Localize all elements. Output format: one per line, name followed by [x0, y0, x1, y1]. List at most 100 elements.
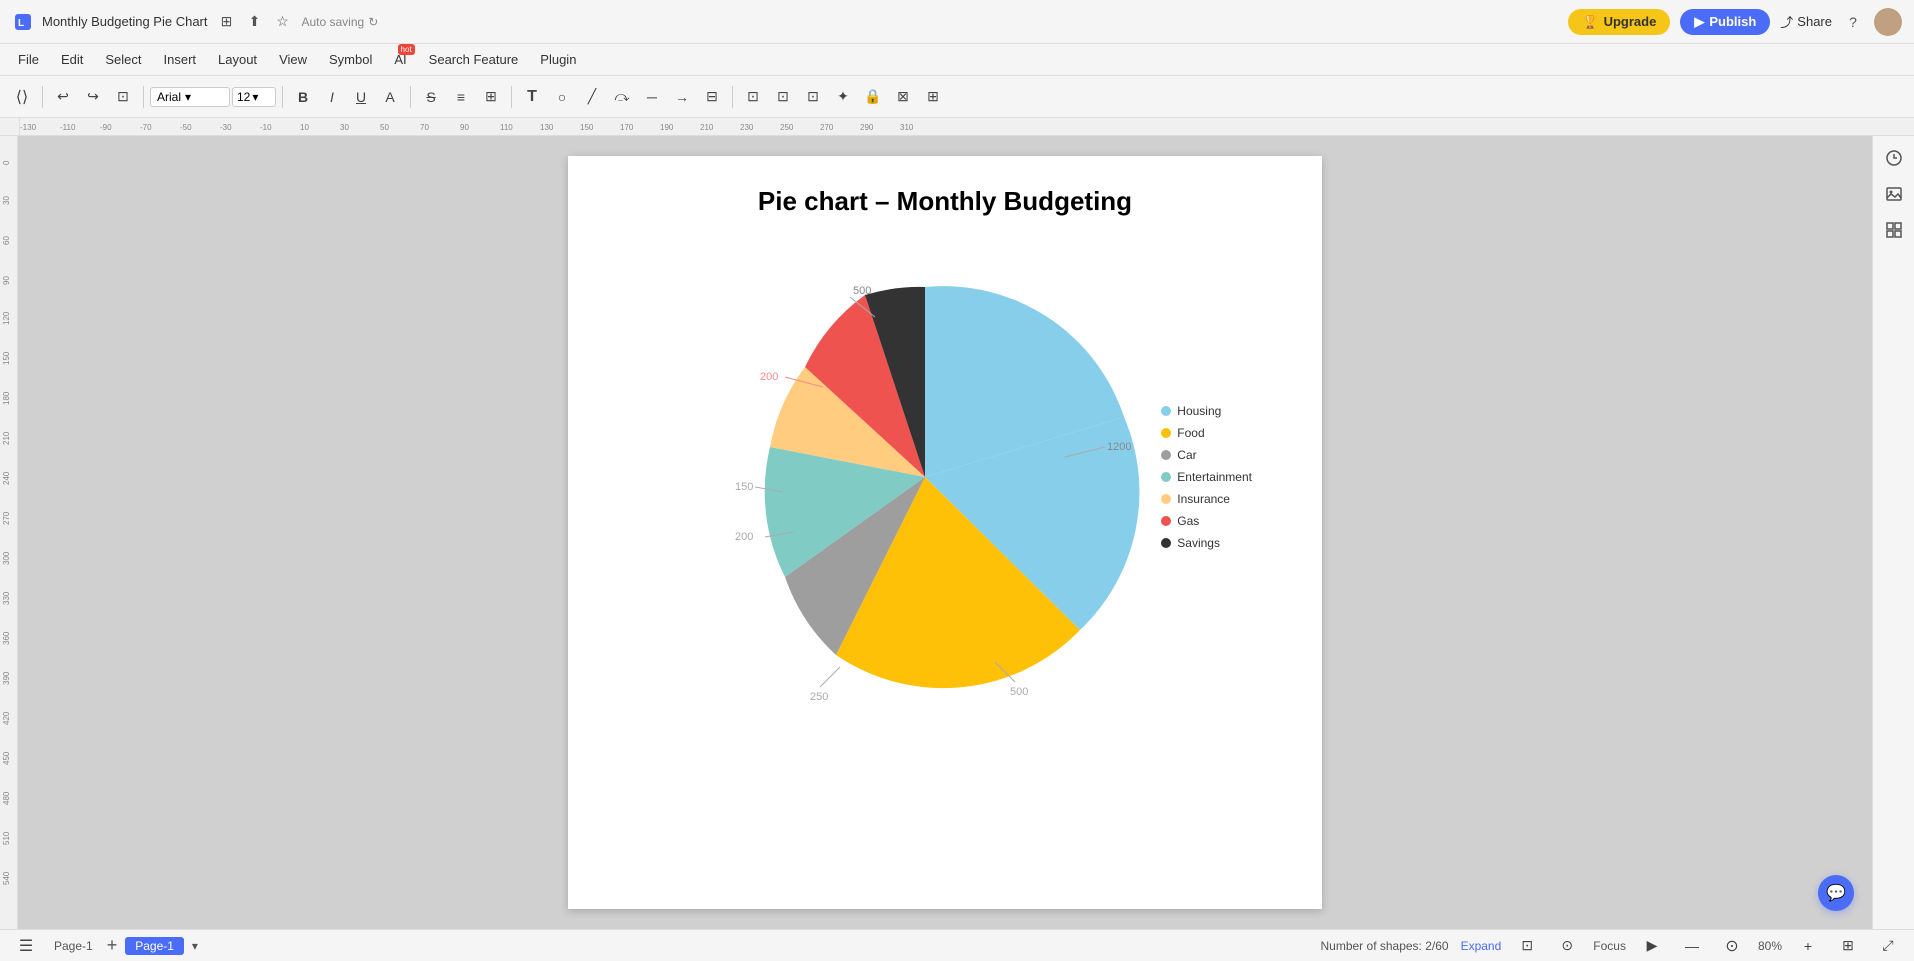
grid-icon[interactable]: ⊞ [215, 11, 237, 33]
zoom-out-button[interactable]: — [1678, 932, 1706, 960]
redo-button[interactable]: ↪ [79, 83, 107, 111]
menu-layout[interactable]: Layout [208, 48, 267, 71]
fab-icon: 💬 [1826, 883, 1846, 903]
svg-text:-50: -50 [180, 123, 192, 132]
menu-symbol[interactable]: Symbol [319, 48, 382, 71]
strikethrough-button[interactable]: S [417, 83, 445, 111]
pie-chart: 500 1200 200 150 200 250 [705, 237, 1185, 717]
arrow-button[interactable]: → [668, 83, 696, 111]
menu-search-feature[interactable]: Search Feature [419, 48, 529, 71]
svg-text:390: 390 [2, 671, 11, 685]
extra1[interactable]: ⊡ [739, 83, 767, 111]
menu-file[interactable]: File [8, 48, 49, 71]
zoom-slider[interactable]: ⊙ [1718, 932, 1746, 960]
statusbar: ☰ Page-1 + Page-1 ▾ Number of shapes: 2/… [0, 929, 1914, 961]
legend-item-savings: Savings [1161, 536, 1252, 550]
current-page-indicator[interactable]: Page-1 [125, 937, 184, 955]
line-style-button[interactable]: ─ [638, 83, 666, 111]
svg-text:10: 10 [300, 123, 309, 132]
help-icon[interactable]: ? [1842, 11, 1864, 33]
focus-label[interactable]: Focus [1593, 939, 1626, 953]
expand-label[interactable]: Expand [1461, 939, 1502, 953]
menu-toggle[interactable]: ☰ [12, 932, 40, 960]
play-icon[interactable]: ▶ [1638, 932, 1666, 960]
extra2[interactable]: ⊡ [769, 83, 797, 111]
fit-screen-button[interactable]: ⊞ [1834, 932, 1862, 960]
menu-edit[interactable]: Edit [51, 48, 93, 71]
app-logo[interactable]: L [12, 11, 34, 33]
focus-icon[interactable]: ⊙ [1553, 932, 1581, 960]
action-button[interactable]: ⊠ [889, 83, 917, 111]
svg-text:270: 270 [2, 511, 11, 525]
svg-text:240: 240 [2, 471, 11, 485]
separator-5 [511, 86, 512, 108]
align-button[interactable]: ≡ [447, 83, 475, 111]
grid-view-icon[interactable] [1880, 216, 1908, 244]
menu-ai[interactable]: AIhot [384, 48, 416, 71]
underline-button[interactable]: U [347, 83, 375, 111]
canvas-area[interactable]: Pie chart – Monthly Budgeting [18, 136, 1872, 929]
data-label-500-bottom: 500 [1010, 686, 1028, 698]
upgrade-button[interactable]: 🏆 Upgrade [1568, 9, 1670, 35]
titlebar: L Monthly Budgeting Pie Chart ⊞ ⬆ ☆ Auto… [0, 0, 1914, 44]
legend-label-housing: Housing [1177, 404, 1221, 418]
bold-button[interactable]: B [289, 83, 317, 111]
separator-1 [42, 86, 43, 108]
shapes-info: Number of shapes: 2/60 [1321, 939, 1449, 953]
undo-button[interactable]: ↩ [49, 83, 77, 111]
svg-text:130: 130 [540, 123, 554, 132]
user-avatar[interactable] [1874, 8, 1902, 36]
extra3[interactable]: ⊡ [799, 83, 827, 111]
statusbar-left: ☰ Page-1 + Page-1 ▾ [12, 932, 198, 960]
image-icon[interactable] [1880, 180, 1908, 208]
table-button[interactable]: ⊞ [919, 83, 947, 111]
publish-button[interactable]: ▶ Publish [1680, 9, 1770, 35]
more-lines-button[interactable]: ⊟ [698, 83, 726, 111]
svg-text:150: 150 [2, 351, 11, 365]
title-left: L Monthly Budgeting Pie Chart ⊞ ⬆ ☆ Auto… [12, 11, 1568, 33]
svg-text:300: 300 [2, 551, 11, 565]
connector-button[interactable]: ⤼ [608, 83, 636, 111]
svg-text:510: 510 [2, 831, 11, 845]
page-mode-icon[interactable]: ⊡ [1513, 932, 1541, 960]
hot-badge: hot [398, 44, 415, 55]
export-icon[interactable]: ⬆ [243, 11, 265, 33]
shape-button[interactable]: ○ [548, 83, 576, 111]
fullscreen-button[interactable]: ⤢ [1874, 932, 1902, 960]
legend-dot-housing [1161, 406, 1171, 416]
chart-container: 500 1200 200 150 200 250 [608, 237, 1282, 717]
main-area: 0 30 60 90 120 150 180 210 240 270 300 3… [0, 136, 1914, 929]
font-family-selector[interactable]: Arial ▾ [150, 87, 230, 107]
list-button[interactable]: ⊞ [477, 83, 505, 111]
zoom-level: 80% [1758, 939, 1782, 953]
text-mode-button[interactable]: T [518, 83, 546, 111]
chevron-down-icon: ▾ [185, 90, 191, 104]
star-icon[interactable]: ☆ [271, 11, 293, 33]
cursor-button[interactable]: ✦ [829, 83, 857, 111]
font-color-button[interactable]: A [376, 83, 404, 111]
page-dropdown[interactable]: ▾ [192, 939, 198, 953]
legend-dot-food [1161, 428, 1171, 438]
fab-button[interactable]: 💬 [1818, 875, 1854, 911]
share-button[interactable]: ⤴ Share [1780, 12, 1832, 31]
data-label-150: 150 [735, 481, 753, 493]
legend-label-entertainment: Entertainment [1177, 470, 1252, 484]
menu-view[interactable]: View [269, 48, 317, 71]
menu-select[interactable]: Select [95, 48, 151, 71]
data-label-200-left: 200 [760, 371, 778, 383]
legend-item-food: Food [1161, 426, 1252, 440]
lock-button[interactable]: 🔒 [859, 83, 887, 111]
line-button[interactable]: ╱ [578, 83, 606, 111]
format-button[interactable]: ⊡ [109, 83, 137, 111]
svg-text:210: 210 [700, 123, 714, 132]
add-page-button[interactable]: + [107, 935, 118, 956]
italic-button[interactable]: I [318, 83, 346, 111]
menu-insert[interactable]: Insert [154, 48, 207, 71]
zoom-in-button[interactable]: + [1794, 932, 1822, 960]
sidebar-toggle[interactable]: ⟨⟩ [8, 83, 36, 111]
svg-text:290: 290 [860, 123, 874, 132]
page-tab[interactable]: Page-1 [48, 937, 99, 955]
properties-icon[interactable] [1880, 144, 1908, 172]
menu-plugin[interactable]: Plugin [530, 48, 586, 71]
font-size-selector[interactable]: 12 ▾ [232, 87, 276, 107]
